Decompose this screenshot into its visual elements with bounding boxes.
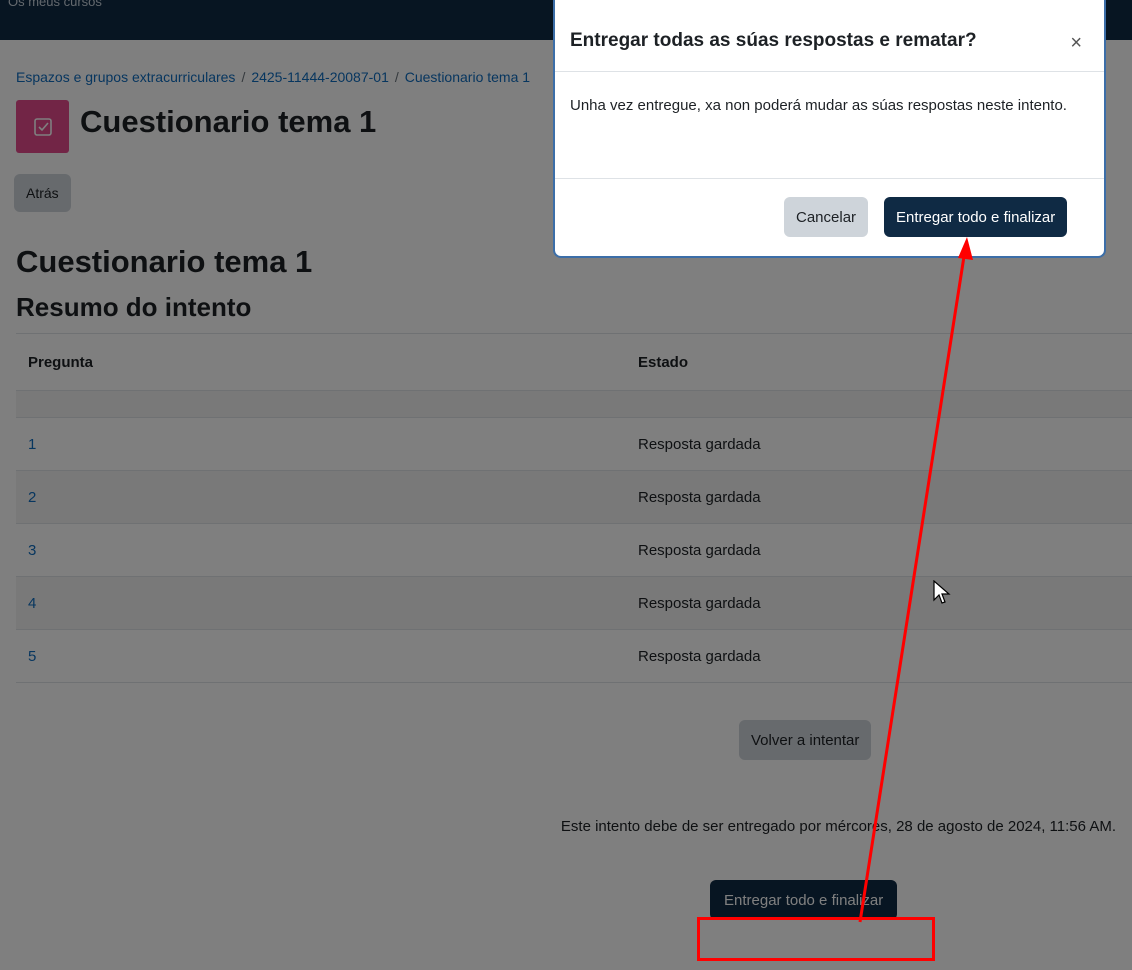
mouse-pointer-icon bbox=[933, 580, 951, 604]
annotation-arrow bbox=[858, 237, 973, 923]
